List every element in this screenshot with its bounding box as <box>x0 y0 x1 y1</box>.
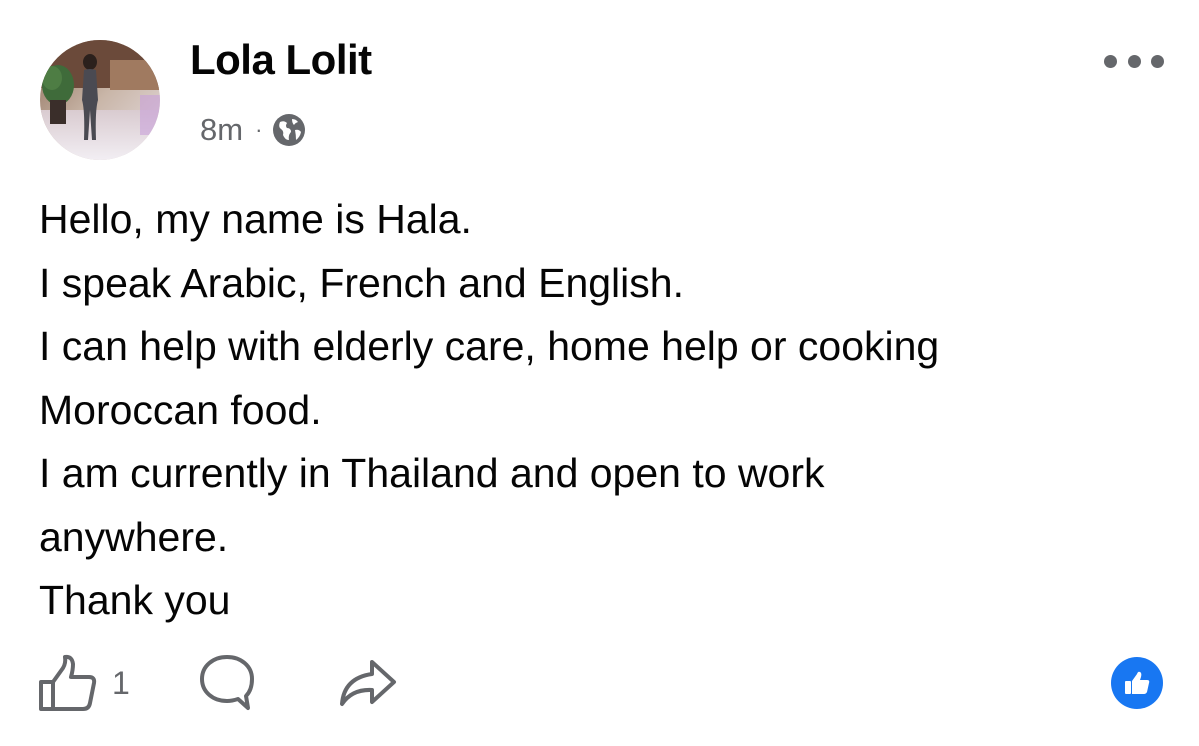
avatar-photo <box>40 40 160 160</box>
post-text-line: Hello, my name is Hala. <box>39 196 472 242</box>
post-text-line: Thank you <box>39 577 231 623</box>
like-button[interactable]: 1 <box>36 652 130 714</box>
post-text: Hello, my name is Hala. I speak Arabic, … <box>39 188 1159 633</box>
share-arrow-icon <box>339 660 396 706</box>
more-options-button[interactable] <box>1104 48 1164 74</box>
post-text-line: I speak Arabic, French and English. <box>39 259 684 306</box>
more-horizontal-icon-dot <box>1151 54 1164 68</box>
like-reaction-icon[interactable] <box>1111 657 1163 709</box>
meta-separator: · <box>255 117 263 142</box>
more-horizontal-icon-dot <box>1127 54 1141 68</box>
post-timestamp[interactable]: 8m <box>200 112 243 148</box>
author-name[interactable]: Lola Lolit <box>190 36 372 84</box>
post-text-line: anywhere. <box>39 513 229 560</box>
post-meta: 8m · <box>200 110 306 150</box>
author-avatar[interactable] <box>40 40 160 160</box>
more-horizontal-icon-dot <box>1104 54 1117 68</box>
like-reaction-thumb <box>1125 671 1150 694</box>
comment-bubble-icon <box>199 655 254 710</box>
post-text-line: I can help with elderly care, home help … <box>39 323 940 369</box>
post-text-line: Moroccan food. <box>39 386 322 433</box>
globe-icon[interactable] <box>272 113 306 147</box>
like-count[interactable]: 1 <box>112 665 130 702</box>
post-actions: 1 <box>36 652 400 714</box>
thumbs-up-outline-icon <box>39 654 97 711</box>
post-card: Lola Lolit 8m · Hello, my name is Hala. … <box>0 0 1199 746</box>
post-text-line: I am currently in Thailand and open to w… <box>39 450 825 496</box>
share-button[interactable] <box>336 652 400 714</box>
comment-button[interactable] <box>196 652 258 714</box>
